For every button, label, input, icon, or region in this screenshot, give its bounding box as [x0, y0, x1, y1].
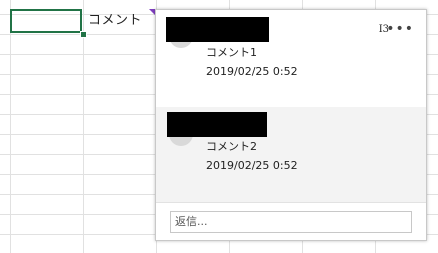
more-options-icon[interactable]: •••	[386, 22, 414, 36]
author-name-redacted	[166, 17, 269, 42]
comment-pane: I3 ••• コメント1 2019/02/25 0:52 コメント2 2019/…	[155, 9, 427, 241]
reply-input[interactable]: 返信...	[170, 211, 412, 233]
comment-thread[interactable]: I3 ••• コメント1 2019/02/25 0:52	[156, 10, 426, 108]
comment-text: コメント1	[206, 46, 257, 59]
cell-comment-text[interactable]: コメント	[88, 11, 142, 31]
comment-text: コメント2	[206, 140, 257, 153]
selected-cell[interactable]	[10, 9, 82, 33]
fill-handle[interactable]	[80, 31, 87, 38]
author-name-redacted	[167, 112, 267, 137]
comment-timestamp: 2019/02/25 0:52	[206, 159, 298, 172]
comment-thread[interactable]: コメント2 2019/02/25 0:52	[156, 107, 426, 203]
comment-timestamp: 2019/02/25 0:52	[206, 65, 298, 78]
